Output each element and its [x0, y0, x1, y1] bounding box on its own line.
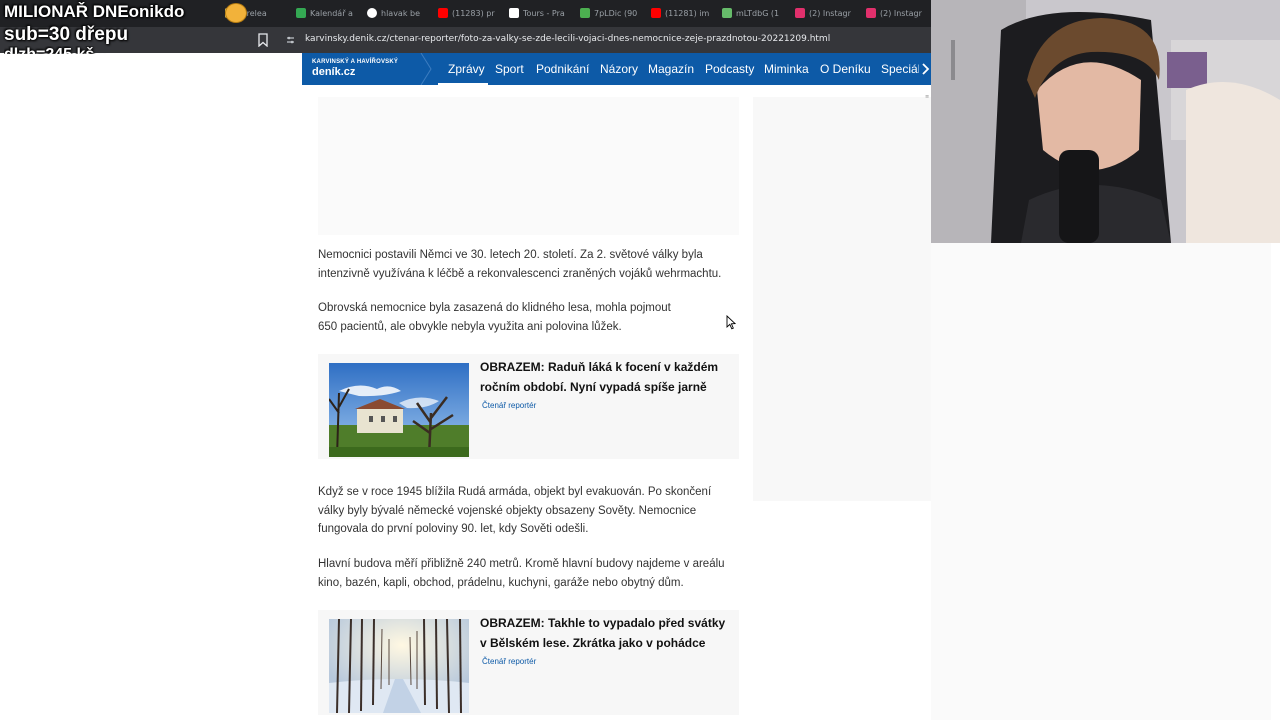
related-article-card[interactable]: OBRAZEM: Takhle to vypadalo před svátky …: [318, 610, 739, 715]
site-info-icon[interactable]: [286, 35, 295, 45]
tab-favicon-icon: [367, 8, 377, 18]
nav-item-o-deniku[interactable]: O Deníku: [820, 62, 871, 76]
tab-favicon-icon: [580, 8, 590, 18]
related-article-tag[interactable]: Čtenář reportér: [482, 401, 536, 410]
article-paragraph: Obrovská nemocnice byla zasazená do klid…: [318, 302, 671, 333]
browser-tab[interactable]: (2) Instagr: [795, 6, 853, 20]
webcam-feed: [931, 0, 1280, 243]
tab-favicon-icon: [651, 8, 661, 18]
browser-tab[interactable]: (2) Instagr: [866, 6, 924, 20]
browser-tab[interactable]: mLTdbG (1: [722, 6, 780, 20]
article-paragraph: Hlavní budova měří přibližně 240 metrů. …: [318, 558, 725, 589]
url-text[interactable]: karvinsky.denik.cz/ctenar-reporter/foto-…: [305, 34, 830, 44]
nav-item-zpravy[interactable]: Zprávy: [448, 62, 485, 76]
chevron-right-icon[interactable]: [920, 62, 930, 76]
nav-item-sport[interactable]: Sport: [495, 62, 524, 76]
related-article-thumbnail[interactable]: [329, 619, 469, 713]
browser-tab[interactable]: (11283) pr: [438, 6, 496, 20]
logo-region-text: KARVINSKÝ A HAVÍŘOVSKÝ: [312, 59, 399, 65]
nav-item-podnikani[interactable]: Podnikání: [536, 62, 589, 76]
browser-tab[interactable]: hlavak be: [367, 6, 425, 20]
stream-overlay: MILIONAŘ DNEonikdo sub=30 dřepu dlzh=245…: [0, 0, 260, 66]
article-paragraph: Nemocnici postavili Němci ve 30. letech …: [318, 249, 722, 280]
ad-placeholder-top: [318, 97, 739, 235]
smiley-emoji-icon: [225, 3, 247, 23]
article-paragraph: Když se v roce 1945 blížila Rudá armáda,…: [318, 486, 712, 535]
site-nav-bar: KARVINSKÝ A HAVÍŘOVSKÝ deník.cz Zprávy S…: [302, 53, 931, 85]
related-article-title[interactable]: OBRAZEM: Raduň láká k focení v každém ro…: [480, 357, 730, 397]
nav-item-podcasty[interactable]: Podcasty: [705, 62, 754, 76]
nav-item-magazin[interactable]: Magazín: [648, 62, 694, 76]
tab-favicon-icon: [866, 8, 876, 18]
browser-tab[interactable]: Kalendář a: [296, 6, 354, 20]
overlay-sub-text: sub=30 dřepu: [4, 24, 129, 45]
related-article-card[interactable]: OBRAZEM: Raduň láká k focení v každém ro…: [318, 354, 739, 459]
nav-active-indicator: [438, 83, 488, 85]
ad-placeholder-sidebar: [753, 97, 952, 501]
site-logo[interactable]: KARVINSKÝ A HAVÍŘOVSKÝ deník.cz: [312, 59, 398, 78]
nav-item-miminka[interactable]: Miminka: [764, 62, 809, 76]
nav-item-nazory[interactable]: Názory: [600, 62, 638, 76]
tab-favicon-icon: [509, 8, 519, 18]
tab-favicon-icon: [296, 8, 306, 18]
browser-tab[interactable]: 7pLDic (90: [580, 6, 638, 20]
page-right-gutter: [931, 243, 1271, 720]
logo-separator-icon: [420, 53, 432, 85]
nav-item-special[interactable]: Speciál: [881, 62, 919, 76]
browser-tab[interactable]: Tours - Pra: [509, 6, 567, 20]
tab-favicon-icon: [722, 8, 732, 18]
browser-tab[interactable]: (11281) im: [651, 6, 709, 20]
ad-marker-icon: ≡: [925, 94, 930, 100]
related-article-title[interactable]: OBRAZEM: Takhle to vypadalo před svátky …: [480, 613, 730, 653]
related-article-tag[interactable]: Čtenář reportér: [482, 657, 536, 666]
overlay-goal-text: MILIONAŘ DNEonikdo: [4, 2, 185, 21]
logo-brand-text: deník.cz: [312, 66, 356, 78]
overlay-extra-text: dlzh=245 kš...: [4, 46, 108, 54]
mouse-cursor-icon: [726, 315, 736, 330]
tab-favicon-icon: [795, 8, 805, 18]
related-article-thumbnail[interactable]: [329, 363, 469, 457]
tab-favicon-icon: [438, 8, 448, 18]
